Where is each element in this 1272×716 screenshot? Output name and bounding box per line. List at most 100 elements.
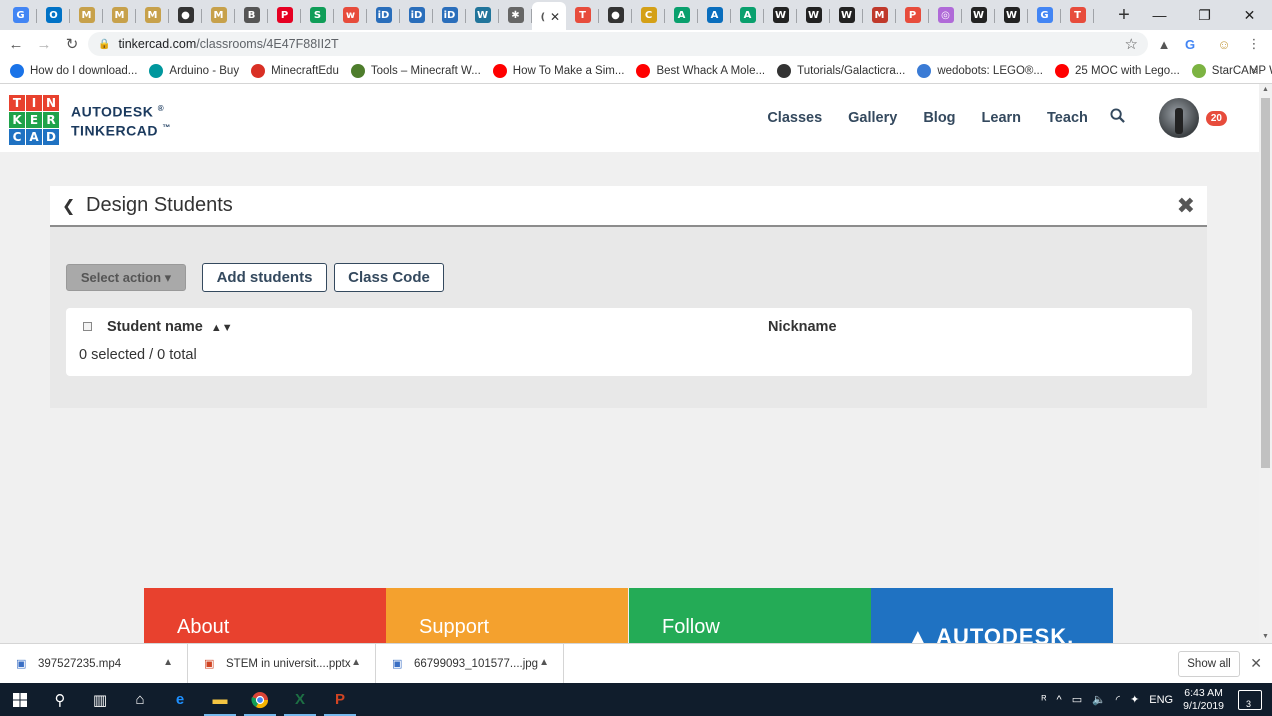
footer-support[interactable]: Support — [386, 588, 628, 643]
tab-active[interactable]: (✕ — [532, 2, 566, 30]
people-icon[interactable]: ᴿ — [1042, 694, 1047, 706]
close-icon[interactable]: ✖ — [1177, 193, 1195, 219]
avatar[interactable] — [1158, 98, 1199, 138]
search-icon[interactable]: ⚲ — [40, 683, 80, 716]
chevron-up-icon[interactable]: ▲ — [163, 657, 173, 668]
dropbox-icon[interactable]: ✦ — [1130, 693, 1139, 706]
minimize-icon[interactable]: — — [1137, 0, 1182, 30]
browser-tab[interactable]: A — [665, 2, 698, 28]
nav-classes[interactable]: Classes — [767, 110, 822, 126]
select-action-dropdown[interactable]: Select action ▾ — [66, 264, 186, 291]
download-item[interactable]: ▣ 66799093_101577....jpg ▲ — [376, 643, 564, 684]
back-icon[interactable]: ← — [4, 32, 28, 56]
close-shelf-icon[interactable]: ✕ — [1250, 655, 1262, 672]
browser-tab[interactable]: W — [466, 2, 499, 28]
powerpoint-icon[interactable]: P — [320, 683, 360, 716]
column-header-student-name[interactable]: Student name ▲▼ — [107, 319, 233, 335]
browser-tab[interactable]: B — [235, 2, 268, 28]
edge-icon[interactable]: e — [160, 683, 200, 716]
footer-autodesk-logo[interactable]: ▲ AUTODESK. — [871, 588, 1113, 643]
reload-icon[interactable]: ↻ — [60, 32, 84, 56]
browser-tab[interactable]: ● — [169, 2, 202, 28]
language-indicator[interactable]: ENG — [1149, 694, 1173, 706]
browser-tab[interactable]: C — [632, 2, 665, 28]
bookmark-star-icon[interactable]: ☆ — [1125, 35, 1138, 53]
notification-center-icon[interactable]: 3 — [1238, 689, 1262, 710]
bookmark-item[interactable]: Tutorials/Galacticra... — [777, 63, 905, 78]
browser-tab[interactable]: M — [863, 2, 896, 28]
profile-icon[interactable]: ☺ — [1212, 32, 1236, 56]
browser-tab[interactable]: T — [1061, 2, 1094, 28]
browser-tab[interactable]: M — [202, 2, 235, 28]
lock-icon[interactable]: 🔒 — [98, 39, 110, 50]
chevron-up-icon[interactable]: ▲ — [539, 657, 549, 668]
browser-tab[interactable]: M — [136, 2, 169, 28]
browser-tab[interactable]: M — [103, 2, 136, 28]
browser-tab[interactable]: W — [797, 2, 830, 28]
battery-icon[interactable]: ▭ — [1072, 693, 1082, 706]
footer-follow[interactable]: Follow — [629, 588, 871, 643]
sort-icon[interactable]: ▲▼ — [211, 322, 233, 334]
browser-tab[interactable]: O — [37, 2, 70, 28]
close-tab-icon[interactable]: ✕ — [550, 10, 560, 24]
bookmark-item[interactable]: Tools – Minecraft W... — [350, 63, 481, 78]
bookmark-item[interactable]: Arduino - Buy — [149, 63, 239, 78]
notification-badge[interactable]: 20 — [1205, 110, 1227, 126]
maximize-icon[interactable]: ❐ — [1182, 0, 1227, 30]
browser-tab[interactable]: ◎ — [929, 2, 962, 28]
bookmark-item[interactable]: 25 MOC with Lego... — [1054, 63, 1180, 78]
more-bookmarks-icon[interactable]: » — [1251, 63, 1258, 77]
footer-about[interactable]: About — [144, 588, 386, 643]
new-tab-button[interactable]: + — [1111, 2, 1137, 28]
browser-tab[interactable]: W — [962, 2, 995, 28]
volume-icon[interactable]: 🔈 — [1092, 693, 1106, 706]
browser-tab[interactable]: G — [1028, 2, 1061, 28]
browser-tab[interactable]: S — [301, 2, 334, 28]
browser-tab[interactable]: P — [896, 2, 929, 28]
nav-learn[interactable]: Learn — [982, 110, 1022, 126]
page-scrollbar[interactable]: ▲ ▼ — [1259, 84, 1272, 643]
browser-tab[interactable]: W — [764, 2, 797, 28]
browser-tab[interactable]: W — [830, 2, 863, 28]
bookmark-item[interactable]: Best Whack A Mole... — [636, 63, 765, 78]
browser-tab[interactable]: W — [995, 2, 1028, 28]
bookmark-item[interactable]: MinecraftEdu — [251, 63, 339, 78]
chevron-up-icon[interactable]: ^ — [1057, 694, 1062, 706]
chrome-icon[interactable] — [240, 683, 280, 716]
browser-tab[interactable]: G — [4, 2, 37, 28]
close-window-icon[interactable]: ✕ — [1227, 0, 1272, 30]
brand-name[interactable]: AUTODESK ® TINKERCAD ™ — [71, 101, 171, 139]
search-icon[interactable] — [1110, 108, 1125, 128]
drive-extension-icon[interactable]: ▲ — [1152, 32, 1176, 56]
class-code-button[interactable]: Class Code — [334, 263, 444, 292]
translate-extension-icon[interactable]: G — [1178, 32, 1202, 56]
forward-icon[interactable]: → — [32, 32, 56, 56]
browser-tab[interactable]: M — [70, 2, 103, 28]
nav-gallery[interactable]: Gallery — [848, 110, 897, 126]
bookmark-item[interactable]: How To Make a Sim... — [492, 63, 624, 78]
browser-tab[interactable]: P — [268, 2, 301, 28]
bookmark-item[interactable]: wedobots: LEGO®... — [917, 63, 1043, 78]
file-explorer-icon[interactable]: ▬ — [200, 683, 240, 716]
home-icon[interactable]: ⌂ — [120, 683, 160, 716]
browser-tab[interactable]: w — [334, 2, 367, 28]
nav-blog[interactable]: Blog — [923, 110, 955, 126]
download-item[interactable]: ▣ STEM in universit....pptx ▲ — [188, 643, 376, 684]
scrollbar-thumb[interactable] — [1261, 98, 1270, 468]
windows-start-icon[interactable] — [0, 683, 40, 716]
wifi-icon[interactable]: ◜ — [1116, 693, 1120, 706]
excel-icon[interactable]: X — [280, 683, 320, 716]
bookmark-item[interactable]: StarCAMP WeDo | L... — [1191, 63, 1272, 78]
address-bar[interactable]: 🔒 tinkercad.com/classrooms/4E47F88II2T ☆ — [88, 32, 1148, 56]
bookmark-item[interactable]: How do I download... — [10, 63, 137, 78]
browser-tab[interactable]: A — [698, 2, 731, 28]
back-chevron-icon[interactable]: ❮ — [62, 196, 75, 216]
browser-tab[interactable]: iD — [433, 2, 466, 28]
chevron-up-icon[interactable]: ▲ — [351, 657, 361, 668]
nav-teach[interactable]: Teach — [1047, 110, 1088, 126]
browser-tab[interactable]: ● — [599, 2, 632, 28]
browser-tab[interactable]: iD — [400, 2, 433, 28]
browser-tab[interactable]: ✱ — [499, 2, 532, 28]
browser-menu-icon[interactable]: ⋮ — [1242, 32, 1266, 56]
browser-tab[interactable]: A — [731, 2, 764, 28]
